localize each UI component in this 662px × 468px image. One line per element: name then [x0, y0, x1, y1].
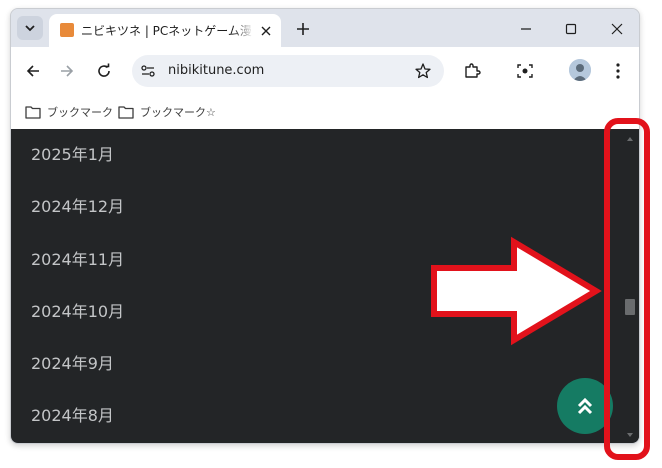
back-arrow-icon [26, 65, 39, 77]
folder-icon [25, 106, 41, 119]
avatar[interactable] [569, 59, 591, 81]
fox-favicon-icon [60, 23, 74, 37]
more-menu-button[interactable] [606, 59, 630, 83]
browser-toolbar: nibikitune.com [11, 47, 639, 95]
new-tab-button[interactable] [291, 17, 315, 41]
chevron-down-icon [25, 25, 35, 32]
archive-month-link[interactable]: 2024年10月 [31, 302, 124, 322]
maximize-icon [565, 23, 577, 35]
forward-button[interactable] [55, 59, 79, 83]
minimize-button[interactable] [511, 17, 541, 41]
bookmark-label: ブックマーク [47, 106, 113, 119]
bookmarks-bar: ブックマーク ブックマーク☆ [11, 95, 639, 129]
tab-search-button[interactable] [17, 16, 43, 40]
screenshot-lens-button[interactable] [513, 59, 537, 83]
bookmark-star-icon[interactable] [414, 62, 432, 80]
plus-icon [297, 23, 309, 35]
forward-arrow-icon [61, 65, 74, 77]
tab-title: ニビキツネ | PCネットゲーム漫画趣味 [81, 24, 253, 38]
screenshot-lens-icon [517, 64, 533, 78]
tab-title-fade [233, 20, 253, 42]
archive-month-link[interactable]: 2024年11月 [31, 250, 124, 270]
reload-icon [98, 63, 110, 77]
maximize-button[interactable] [556, 17, 586, 41]
tab-close-button[interactable] [257, 22, 275, 40]
bookmark-label: ブックマーク☆ [140, 106, 216, 119]
double-chevron-up-icon [577, 397, 593, 415]
bookmark-folder[interactable]: ブックマーク☆ [118, 101, 216, 123]
site-info-icon[interactable] [140, 63, 156, 79]
browser-window: ニビキツネ | PCネットゲーム漫画趣味 [10, 8, 640, 444]
back-button[interactable] [21, 59, 45, 83]
close-icon [611, 23, 623, 35]
address-bar[interactable]: nibikitune.com [132, 55, 444, 87]
annotation-arrow-icon [431, 236, 602, 346]
archive-month-link[interactable]: 2024年8月 [31, 406, 114, 426]
archive-month-link[interactable]: 2025年1月 [31, 145, 114, 165]
url-text: nibikitune.com [168, 63, 265, 78]
archive-month-link[interactable]: 2024年9月 [31, 354, 114, 374]
active-tab[interactable]: ニビキツネ | PCネットゲーム漫画趣味 [49, 14, 281, 48]
close-icon [261, 26, 271, 36]
folder-icon [118, 106, 134, 119]
highlight-rectangle [604, 118, 650, 460]
extensions-button[interactable] [460, 59, 484, 83]
extensions-icon [465, 63, 481, 78]
profile-avatar-icon [569, 59, 591, 81]
bookmark-folder[interactable]: ブックマーク [25, 101, 113, 123]
tab-strip: ニビキツネ | PCネットゲーム漫画趣味 [11, 9, 639, 48]
more-menu-icon [616, 63, 620, 79]
reload-button[interactable] [92, 59, 116, 83]
archive-month-link[interactable]: 2024年12月 [31, 197, 124, 217]
close-window-button[interactable] [602, 17, 632, 41]
minimize-icon [521, 28, 531, 30]
